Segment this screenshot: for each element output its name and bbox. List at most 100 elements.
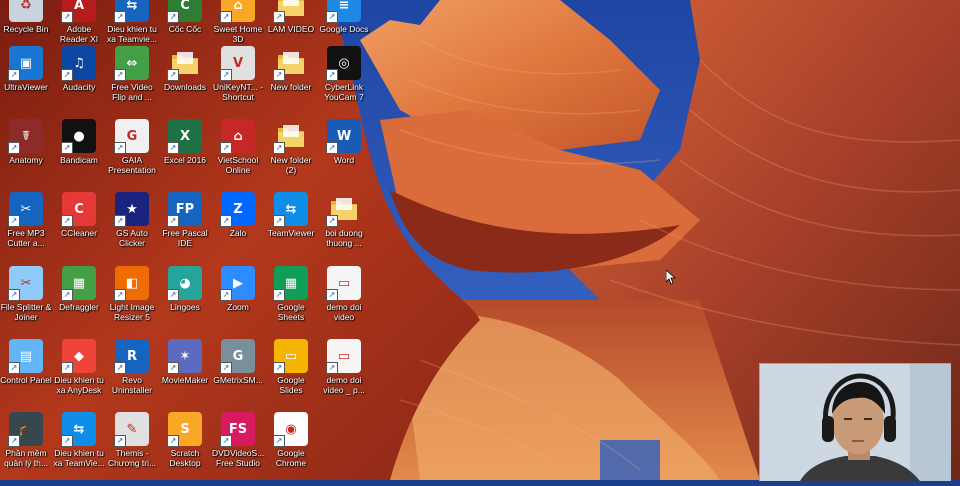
desktop-icon-label: LAM VIDEO: [267, 24, 315, 34]
shortcut-arrow-icon: ↗: [114, 289, 126, 301]
shortcut-arrow-icon: ↗: [220, 289, 232, 301]
desktop-icon-label: Free Pascal IDE: [162, 228, 208, 248]
desktop-icon[interactable]: ♫ ↗ Audacity: [53, 46, 105, 120]
revo-uninstaller-icon: R ↗: [114, 339, 149, 374]
defraggler-icon: ▦ ↗: [61, 266, 96, 301]
desktop-icon-label: Google Docs: [319, 24, 369, 34]
shortcut-arrow-icon: ↗: [220, 435, 232, 447]
desktop-icon[interactable]: ⌂ ↗ VietSchool Online: [212, 119, 264, 193]
desktop-icon[interactable]: 🎓 ↗ Phần mềm quản lý th...: [0, 412, 52, 486]
desktop-icon[interactable]: G ↗ GAIA Presentation: [106, 119, 158, 193]
desktop-icon-label: File Splitter & Joiner: [0, 302, 52, 322]
desktop-icon[interactable]: ↗ Downloads: [159, 46, 211, 120]
desktop-icon[interactable]: ◆ ↗ Dieu khien tu xa AnyDesk: [53, 339, 105, 413]
desktop-icon-label: Audacity: [62, 82, 96, 92]
desktop-icon[interactable]: ✶ ↗ MovieMaker: [159, 339, 211, 413]
desktop-icon[interactable]: ⇔ ↗ Free Video Flip and ...: [106, 46, 158, 120]
desktop-icon[interactable]: ▭ ↗ demo doi video _ p...: [318, 339, 370, 413]
shortcut-arrow-icon: ↗: [220, 215, 232, 227]
desktop-icon[interactable]: ✎ ↗ Themis - Chương tri...: [106, 412, 158, 486]
shortcut-arrow-icon: ↗: [61, 362, 73, 374]
desktop-icon[interactable]: S ↗ Scratch Desktop: [159, 412, 211, 486]
desktop-icon[interactable]: ▭ ↗ demo doi video: [318, 266, 370, 340]
desktop-icon[interactable]: W ↗ Word: [318, 119, 370, 193]
desktop-icon[interactable]: ⇆ ↗ Dieu khien tu xa TeamVie...: [53, 412, 105, 486]
desktop-icon[interactable]: ▣ ↗ UltraViewer: [0, 46, 52, 120]
desktop-icon-label: demo doi video _ p...: [323, 375, 365, 395]
shortcut-arrow-icon: ↗: [220, 362, 232, 374]
desktop-icon-label: Free MP3 Cutter a...: [7, 228, 45, 248]
desktop-icon-label: DVDVideoS... Free Studio: [212, 448, 265, 468]
shortcut-arrow-icon: ↗: [8, 69, 20, 81]
shortcut-arrow-icon: ↗: [167, 215, 179, 227]
google-slides-icon: ▭ ↗: [273, 339, 308, 374]
desktop-icon[interactable]: ⇆ ↗ TeamViewer: [265, 192, 317, 266]
zalo-icon: Z ↗: [220, 192, 255, 227]
desktop-icon[interactable]: V ↗ UniKeyNT... - Shortcut: [212, 46, 264, 120]
mp3-cutter-icon: ✂ ↗: [8, 192, 43, 227]
desktop-icon[interactable]: G ↗ GMetrixSM...: [212, 339, 264, 413]
folder-icon: ↗: [326, 192, 361, 227]
webcam-overlay: [759, 363, 951, 481]
desktop-icon[interactable]: ▭ ↗ Google Slides: [265, 339, 317, 413]
desktop-icon[interactable]: ✂ ↗ File Splitter & Joiner: [0, 266, 52, 340]
ultraviewer-icon: ▣ ↗: [8, 46, 43, 81]
desktop-icon[interactable]: X ↗ Excel 2016: [159, 119, 211, 193]
shortcut-arrow-icon: ↗: [114, 215, 126, 227]
desktop-icon[interactable]: ★ ↗ GS Auto Clicker: [106, 192, 158, 266]
desktop-icon[interactable]: Z ↗ Zalo: [212, 192, 264, 266]
desktop-icon[interactable]: ▦ ↗ Defraggler: [53, 266, 105, 340]
desktop-icon-label: Dieu khien tu xa TeamVie...: [53, 448, 105, 468]
desktop-icon-label: TeamViewer: [267, 228, 315, 238]
shortcut-arrow-icon: ↗: [114, 362, 126, 374]
desktop-icon[interactable]: ▦ ↗ Google Sheets: [265, 266, 317, 340]
desktop-icon-label: Light Image Resizer 5: [109, 302, 155, 322]
desktop-icon-label: Sweet Home 3D: [213, 24, 263, 44]
desktop-icon[interactable]: ◎ ↗ CyberLink YouCam 7: [318, 46, 370, 120]
desktop-icon-label: GS Auto Clicker: [116, 228, 148, 248]
video-file-icon: ▭ ↗: [326, 339, 361, 374]
desktop-icon[interactable]: C ↗ CCleaner: [53, 192, 105, 266]
shortcut-arrow-icon: ↗: [8, 289, 20, 301]
shortcut-arrow-icon: ↗: [8, 142, 20, 154]
school-software-icon: 🎓 ↗: [8, 412, 43, 447]
shortcut-arrow-icon: ↗: [326, 215, 338, 227]
folder-icon: ↗: [273, 119, 308, 154]
desktop-icon-label: Excel 2016: [163, 155, 207, 165]
desktop-icon-label: Free Video Flip and ...: [111, 82, 153, 102]
google-sheets-icon: ▦ ↗: [273, 266, 308, 301]
google-docs-icon: ≡ ↗: [326, 0, 361, 23]
desktop-icon[interactable]: ✂ ↗ Free MP3 Cutter a...: [0, 192, 52, 266]
desktop-icon[interactable]: ▶ ↗ Zoom: [212, 266, 264, 340]
teamviewer-icon: ⇆ ↗: [61, 412, 96, 447]
desktop-icon[interactable]: ↗ boi duong thuong ...: [318, 192, 370, 266]
desktop-icon[interactable]: ↗ New folder (2): [265, 119, 317, 193]
desktop-icon-label: Word: [333, 155, 355, 165]
shortcut-arrow-icon: ↗: [61, 69, 73, 81]
desktop-icon[interactable]: ↗ New folder: [265, 46, 317, 120]
desktop-icon[interactable]: ◉ ↗ Google Chrome: [265, 412, 317, 486]
desktop-icon[interactable]: FS ↗ DVDVideoS... Free Studio: [212, 412, 264, 486]
zoom-icon: ▶ ↗: [220, 266, 255, 301]
desktop-icon[interactable]: ● ↗ Bandicam: [53, 119, 105, 193]
desktop-icon[interactable]: ☤ ↗ Anatomy: [0, 119, 52, 193]
desktop-icon[interactable]: FP ↗ Free Pascal IDE: [159, 192, 211, 266]
shortcut-arrow-icon: ↗: [167, 69, 179, 81]
desktop-icon[interactable]: ◧ ↗ Light Image Resizer 5: [106, 266, 158, 340]
video-flip-icon: ⇔ ↗: [114, 46, 149, 81]
mouse-pointer-icon: [666, 270, 676, 285]
scratch-icon: S ↗: [167, 412, 202, 447]
desktop-icon[interactable]: ◕ ↗ Lingoes: [159, 266, 211, 340]
desktop-icon-label: Phần mềm quản lý th...: [4, 448, 48, 468]
chrome-icon: ◉ ↗: [273, 412, 308, 447]
shortcut-arrow-icon: ↗: [273, 11, 285, 23]
themis-icon: ✎ ↗: [114, 412, 149, 447]
shortcut-arrow-icon: ↗: [220, 69, 232, 81]
desktop-icon[interactable]: ▤ ↗ Control Panel: [0, 339, 52, 413]
desktop-icon-label: Google Sheets: [277, 302, 305, 322]
teamviewer-icon: ⇆ ↗: [114, 0, 149, 23]
shortcut-arrow-icon: ↗: [326, 69, 338, 81]
shortcut-arrow-icon: ↗: [61, 215, 73, 227]
folder-icon: ↗: [273, 46, 308, 81]
desktop-icon[interactable]: R ↗ Revo Uninstaller: [106, 339, 158, 413]
